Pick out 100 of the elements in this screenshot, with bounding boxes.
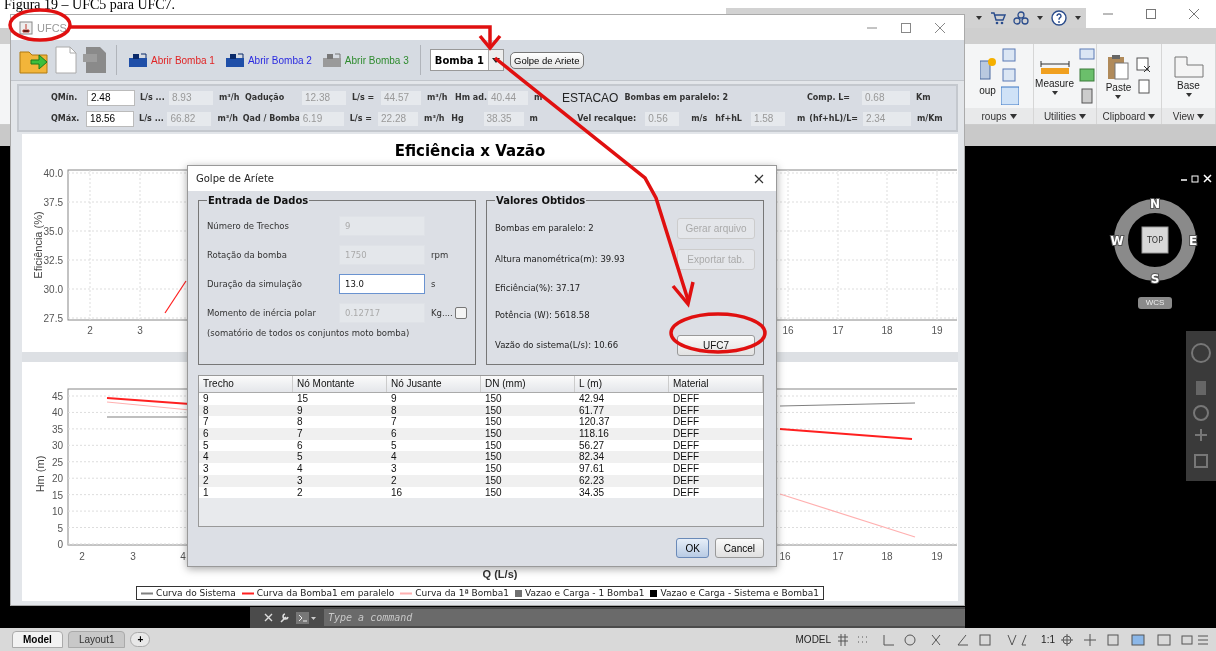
tick-label: 18 — [881, 325, 893, 336]
value-field[interactable]: 18.56 — [86, 110, 135, 127]
prompt-icon[interactable] — [296, 611, 318, 624]
dialog-button[interactable]: Cancel — [714, 538, 764, 558]
tick-label: 2 — [87, 325, 93, 336]
table-cell-text: 1 — [202, 486, 210, 499]
tick-label: 15 — [51, 489, 63, 501]
navigation-bar[interactable] — [1186, 331, 1216, 481]
chart-title: Eficiência x Vazão — [394, 142, 546, 160]
maximize-icon[interactable] — [900, 21, 912, 34]
help-icon[interactable] — [1051, 10, 1067, 26]
maximize-icon[interactable] — [1145, 8, 1157, 20]
group-icon — [979, 56, 996, 83]
note-text: (somatório de todos os conjuntos moto bomba) — [207, 328, 411, 338]
caret-icon[interactable] — [1197, 113, 1205, 119]
section-label: ESTACAO — [562, 90, 619, 105]
curve-line — [164, 280, 187, 314]
value-field[interactable]: 2.48 — [87, 89, 135, 106]
measure-tool[interactable]: Measure — [1035, 57, 1074, 95]
column-header[interactable]: DN (mm) — [481, 376, 575, 392]
add-layout-tab[interactable]: + — [130, 632, 151, 647]
column-header[interactable]: Material — [669, 376, 763, 392]
caret-icon[interactable] — [1148, 113, 1156, 119]
caret-icon[interactable] — [1079, 113, 1087, 119]
field-label: Bombas em paralelo: 2 — [624, 93, 729, 102]
unit-label: Km — [915, 93, 932, 102]
layout-tab[interactable]: Layout1 — [67, 631, 126, 648]
paste-tool[interactable]: Paste — [1105, 53, 1132, 99]
annotation-scale[interactable]: 1:1 — [1041, 634, 1055, 645]
viewcube-face[interactable]: TOP — [1141, 226, 1169, 254]
tick-label: 37.5 — [43, 197, 63, 208]
open-pump-button[interactable]: Abrir Bomba 2 — [222, 50, 314, 70]
tick-label: 45 — [51, 391, 63, 402]
field-label: Vel recalque: — [577, 114, 637, 123]
table-cell-text: 2 — [202, 474, 210, 487]
column-header[interactable]: Nó Montante — [293, 376, 387, 392]
tick-label: 25 — [51, 456, 63, 468]
table-cell-text: DEFF — [672, 486, 701, 499]
tick-label: 16 — [779, 551, 791, 562]
table-cell-text: DEFF — [672, 474, 701, 487]
window-title: UFCS — [37, 21, 67, 34]
tick-label: 17 — [832, 325, 844, 336]
table-cell-text: 9 — [202, 393, 210, 405]
column-header[interactable]: L (m) — [575, 376, 669, 392]
table-cell-text: 2 — [296, 486, 304, 499]
layout-tab[interactable]: Model — [12, 631, 63, 648]
input-field[interactable]: 13.0 — [339, 274, 425, 294]
cart-icon[interactable] — [990, 11, 1006, 25]
table-cell-text: 150 — [484, 486, 503, 499]
dialog-button[interactable]: OK — [676, 538, 709, 558]
result-text: Vazão do sistema(L/s): 10.66 — [495, 340, 620, 350]
table-cell-text: 6 — [390, 428, 398, 440]
table-cell-text: 4 — [296, 463, 304, 475]
tick-label: 3 — [130, 551, 136, 562]
caret-icon — [492, 57, 501, 63]
table-cell-text: 16 — [390, 486, 404, 499]
table-cell-text: 3 — [390, 463, 398, 475]
unit-label: m — [528, 114, 539, 123]
result-text: Altura manométrica(m): 39.93 — [495, 254, 626, 264]
clipboard-icon — [1107, 53, 1130, 80]
caret-icon[interactable] — [1074, 15, 1082, 21]
column-header[interactable]: Trecho — [199, 376, 293, 392]
table-cell-text: 4 — [202, 451, 210, 464]
dialog-title: Golpe de Aríete — [196, 173, 274, 184]
unit-label: L/s ... — [139, 93, 166, 102]
caret-icon[interactable] — [1036, 15, 1044, 21]
column-header[interactable]: Nó Jusante — [387, 376, 481, 392]
model-space-toggle[interactable]: MODEL — [795, 634, 832, 645]
field-label: Hg — [451, 114, 465, 123]
status-tools-drawing[interactable] — [1060, 632, 1210, 647]
close-icon[interactable] — [754, 173, 764, 184]
table-cell-text: 9 — [296, 404, 304, 417]
caret-icon[interactable] — [975, 15, 983, 21]
unit-label: L/s = — [348, 114, 374, 123]
caret-icon[interactable] — [1009, 113, 1017, 119]
command-input[interactable]: Type a command — [324, 609, 965, 626]
caret-icon — [1115, 94, 1122, 99]
unit-label: m — [795, 114, 806, 123]
group-tool[interactable]: oup — [979, 56, 996, 96]
result-text: Potência (W): 5618.58 — [495, 310, 591, 320]
tick-label: 32.5 — [43, 255, 63, 266]
water-hammer-button[interactable]: Golpe de Ariete — [510, 51, 584, 69]
table-cell-text: 150 — [484, 404, 503, 417]
result-text: Bombas em paralelo: 2 — [495, 223, 595, 233]
tick-label: 40.0 — [43, 168, 63, 179]
table-cell-text: DEFF — [672, 404, 701, 417]
table-cell-text: 5 — [296, 451, 304, 464]
table-cell-text: 120.37 — [578, 416, 611, 429]
viewport-controls-drawing[interactable] — [1180, 174, 1212, 184]
table-cell-text: 34.35 — [578, 486, 606, 499]
tool-icons-drawing[interactable] — [1136, 56, 1153, 96]
tick-label: 35.0 — [43, 226, 63, 237]
table-cell-text: DEFF — [672, 416, 701, 429]
pump-dropdown[interactable]: Bomba 1 — [429, 49, 505, 71]
wrench-icon[interactable] — [279, 612, 290, 623]
base-tool[interactable]: Base — [1173, 55, 1204, 97]
table-cell-text: 5 — [390, 439, 398, 452]
field-label: QMín. — [51, 93, 79, 102]
panel-title: Valores Obtidos — [495, 195, 587, 206]
tool-icons-drawing[interactable] — [1078, 47, 1095, 105]
